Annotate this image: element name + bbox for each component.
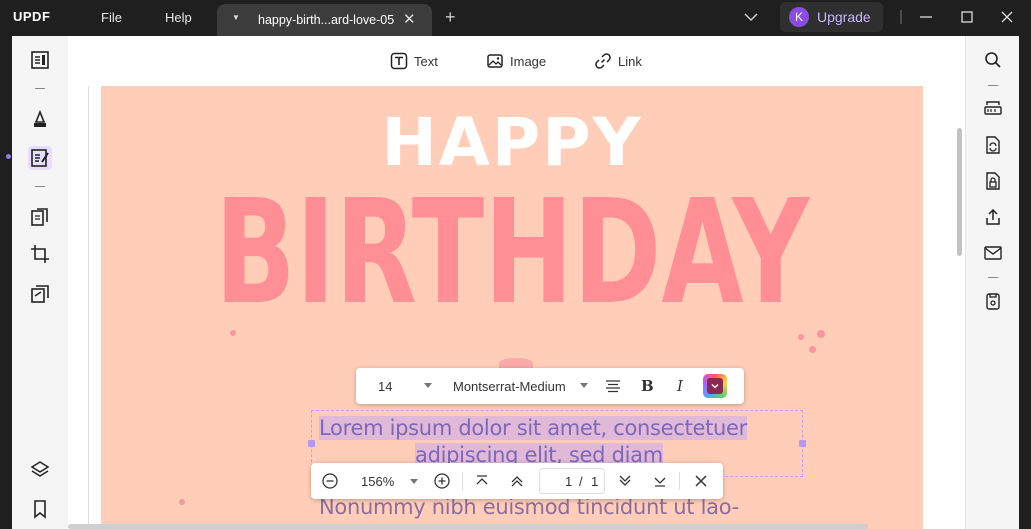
add-link-label: Link: [618, 54, 642, 69]
chevron-down-icon: [711, 384, 719, 389]
convert-icon[interactable]: [983, 135, 1003, 155]
add-image-label: Image: [510, 54, 547, 69]
text-icon: [390, 52, 408, 70]
sidebar-indicator-dot: [6, 154, 11, 159]
organize-pages-icon[interactable]: [29, 206, 51, 228]
tab-dropdown-icon[interactable]: ▼: [232, 13, 240, 22]
page-number-input[interactable]: 1 / 1: [539, 468, 605, 494]
crop-icon[interactable]: [29, 243, 51, 265]
selection-handle-right[interactable]: [799, 440, 806, 447]
font-family-dropdown-icon[interactable]: [580, 383, 588, 388]
confetti-dot: [809, 346, 816, 353]
scroll-thumb[interactable]: [957, 128, 962, 256]
selection-handle-left[interactable]: [308, 440, 315, 447]
title-bar: UPDF File Help ▼ happy-birth...ard-love-…: [0, 0, 1031, 36]
zoom-in-icon[interactable]: [433, 472, 451, 490]
selected-text-line-1[interactable]: Lorem ipsum dolor sit amet, consectetuer: [319, 416, 747, 440]
sidebar-divider: [35, 88, 45, 89]
previous-page-icon[interactable]: [508, 472, 526, 490]
email-icon[interactable]: [983, 243, 1003, 263]
last-page-icon[interactable]: [651, 472, 669, 490]
horizontal-scrollbar[interactable]: [68, 524, 868, 529]
layers-icon[interactable]: [29, 459, 51, 481]
divider-icon: [900, 10, 902, 24]
search-icon[interactable]: [983, 50, 1003, 70]
vertical-scrollbar[interactable]: [954, 86, 964, 529]
text-format-toolbar: 14 Montserrat-Medium B I: [356, 368, 744, 404]
zoom-navigation-bar: 156% 1 / 1: [311, 463, 723, 499]
tab-close-icon[interactable]: ✕: [403, 10, 416, 28]
bold-button[interactable]: B: [641, 377, 654, 395]
current-page: 1: [565, 474, 573, 489]
italic-button[interactable]: I: [677, 377, 683, 395]
total-pages: 1: [591, 474, 599, 489]
confetti-dot: [179, 499, 185, 505]
sidebar-divider: [35, 186, 45, 187]
document-tab[interactable]: ▼ happy-birth...ard-love-05 ✕: [217, 4, 432, 36]
close-window-icon[interactable]: [998, 8, 1016, 26]
avatar: K: [789, 7, 809, 27]
sidebar-divider: [988, 85, 998, 86]
protect-icon[interactable]: [983, 171, 1003, 191]
main-workspace: Text Image Link HAPPY BIRTHDAY Lorem ips…: [68, 36, 965, 529]
next-page-icon[interactable]: [616, 472, 634, 490]
share-icon[interactable]: [983, 207, 1003, 227]
window-edge: [1019, 36, 1031, 529]
menu-help[interactable]: Help: [165, 10, 192, 25]
app-logo[interactable]: UPDF: [13, 9, 50, 24]
save-icon[interactable]: [983, 291, 1003, 311]
first-page-icon[interactable]: [473, 472, 491, 490]
zoom-bar-divider: [679, 472, 680, 490]
zoom-out-icon[interactable]: [321, 472, 339, 490]
upgrade-button[interactable]: K Upgrade: [780, 2, 883, 32]
ocr-icon[interactable]: [983, 99, 1003, 119]
confetti-dot: [817, 330, 825, 338]
menu-file[interactable]: File: [101, 10, 122, 25]
font-size-select[interactable]: 14: [378, 379, 392, 394]
zoom-dropdown-icon[interactable]: [410, 479, 418, 484]
heading-birthday[interactable]: BIRTHDAY: [175, 168, 849, 336]
upgrade-label: Upgrade: [817, 9, 871, 25]
app-logo-text: UPDF: [13, 9, 51, 24]
tab-title: happy-birth...ard-love-05: [258, 13, 395, 27]
zoom-bar-divider: [462, 472, 463, 490]
zoom-level-select[interactable]: 156%: [361, 474, 394, 489]
confetti-dot: [230, 330, 236, 336]
ribbon-decoration: [499, 358, 533, 368]
minimize-icon[interactable]: [917, 8, 935, 26]
add-text-label: Text: [414, 54, 438, 69]
confetti-dot: [798, 334, 804, 340]
comment-highlighter-icon[interactable]: [29, 108, 51, 130]
bookmark-icon[interactable]: [29, 498, 51, 520]
close-icon[interactable]: [692, 472, 710, 490]
text-color-picker[interactable]: [703, 374, 727, 398]
right-sidebar: [965, 36, 1019, 529]
chevron-down-icon[interactable]: [743, 10, 759, 24]
color-swatch: [707, 378, 723, 394]
sidebar-divider: [988, 277, 998, 278]
font-size-dropdown-icon[interactable]: [424, 383, 432, 388]
edit-pdf-icon[interactable]: [29, 147, 51, 169]
page-tools-icon[interactable]: [29, 283, 51, 305]
page-separator: /: [579, 474, 583, 489]
new-tab-icon[interactable]: +: [445, 7, 456, 28]
reader-mode-icon[interactable]: [29, 49, 51, 71]
image-icon: [487, 54, 503, 68]
font-family-select[interactable]: Montserrat-Medium: [453, 379, 566, 394]
maximize-icon[interactable]: [958, 8, 976, 26]
link-icon: [595, 53, 611, 69]
left-sidebar: [12, 36, 68, 529]
app-window: UPDF File Help ▼ happy-birth...ard-love-…: [0, 0, 1031, 529]
align-center-icon[interactable]: [605, 378, 621, 394]
